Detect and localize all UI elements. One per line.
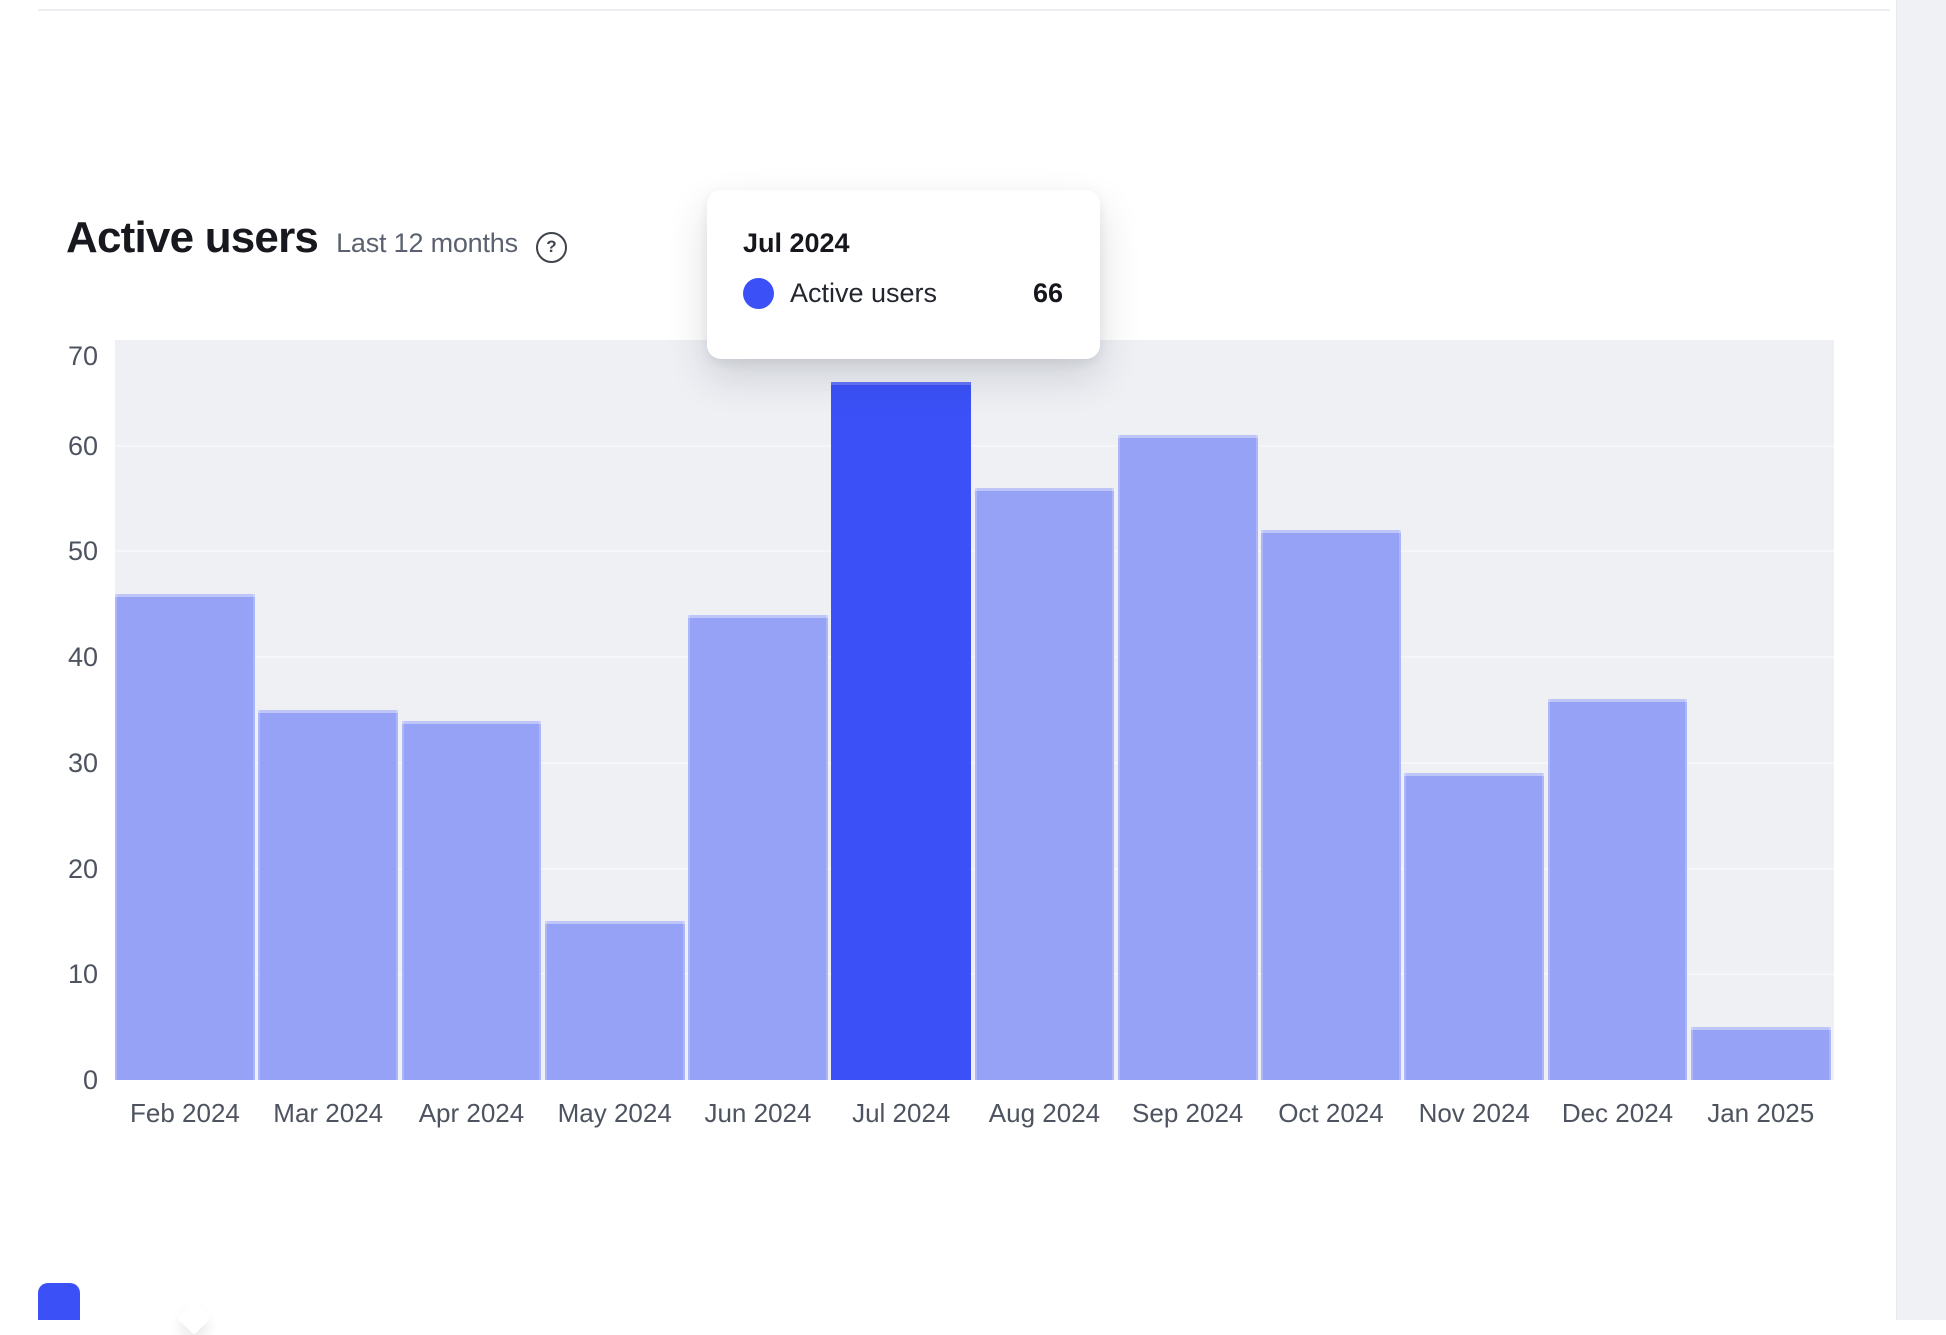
tooltip-title: Jul 2024 bbox=[743, 230, 1063, 257]
bar-aug-2024[interactable] bbox=[975, 488, 1115, 1080]
y-tick-label: 10 bbox=[22, 959, 98, 989]
date-range-label: Last 12 months bbox=[336, 228, 518, 259]
bar-jan-2025[interactable] bbox=[1691, 1027, 1831, 1080]
bar-may-2024[interactable] bbox=[545, 921, 685, 1080]
y-tick-label: 60 bbox=[22, 431, 98, 461]
series-marker-dot-icon bbox=[743, 278, 774, 309]
page-title: Active users bbox=[66, 213, 318, 264]
help-icon[interactable]: ? bbox=[536, 232, 567, 263]
bar-jul-2024[interactable] bbox=[831, 382, 971, 1080]
gridline bbox=[115, 445, 1834, 447]
right-page-gutter bbox=[1896, 0, 1946, 1320]
tooltip-series-row: Active users 66 bbox=[743, 278, 1063, 309]
bar-jun-2024[interactable] bbox=[688, 615, 828, 1080]
tooltip-arrow bbox=[177, 1301, 211, 1335]
chat-launcher-button[interactable] bbox=[38, 1283, 80, 1320]
chart-header: Active users Last 12 months ? bbox=[66, 213, 567, 264]
bar-dec-2024[interactable] bbox=[1548, 699, 1688, 1080]
bar-nov-2024[interactable] bbox=[1404, 773, 1544, 1080]
tooltip-series-label: Active users bbox=[790, 278, 937, 309]
bar-sep-2024[interactable] bbox=[1118, 435, 1258, 1080]
y-tick-label: 0 bbox=[22, 1065, 98, 1095]
y-tick-label: 20 bbox=[22, 854, 98, 884]
y-tick-label: 40 bbox=[22, 642, 98, 672]
y-tick-label: 50 bbox=[22, 536, 98, 566]
x-axis-label: Jan 2025 bbox=[1676, 1098, 1846, 1128]
tooltip-value: 66 bbox=[1033, 278, 1063, 309]
bar-feb-2024[interactable] bbox=[115, 594, 255, 1080]
y-tick-label: 30 bbox=[22, 748, 98, 778]
chart-plot-area bbox=[115, 340, 1834, 1080]
top-divider bbox=[38, 9, 1890, 11]
tooltip: Jul 2024 Active users 66 bbox=[707, 190, 1100, 359]
bar-apr-2024[interactable] bbox=[402, 721, 542, 1080]
bar-oct-2024[interactable] bbox=[1261, 530, 1401, 1080]
y-tick-label: 70 bbox=[22, 341, 98, 371]
bar-mar-2024[interactable] bbox=[258, 710, 398, 1080]
